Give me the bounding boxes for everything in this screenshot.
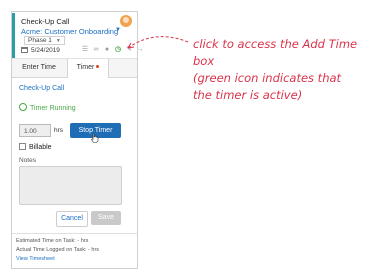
annotation-text: click to access the Add Time box (green … (193, 36, 380, 104)
annotation-line: the timer is active) (193, 88, 303, 102)
annotation-line: click to access the Add Time box (193, 37, 358, 68)
annotation-line: (green icon indicates that (193, 71, 342, 85)
